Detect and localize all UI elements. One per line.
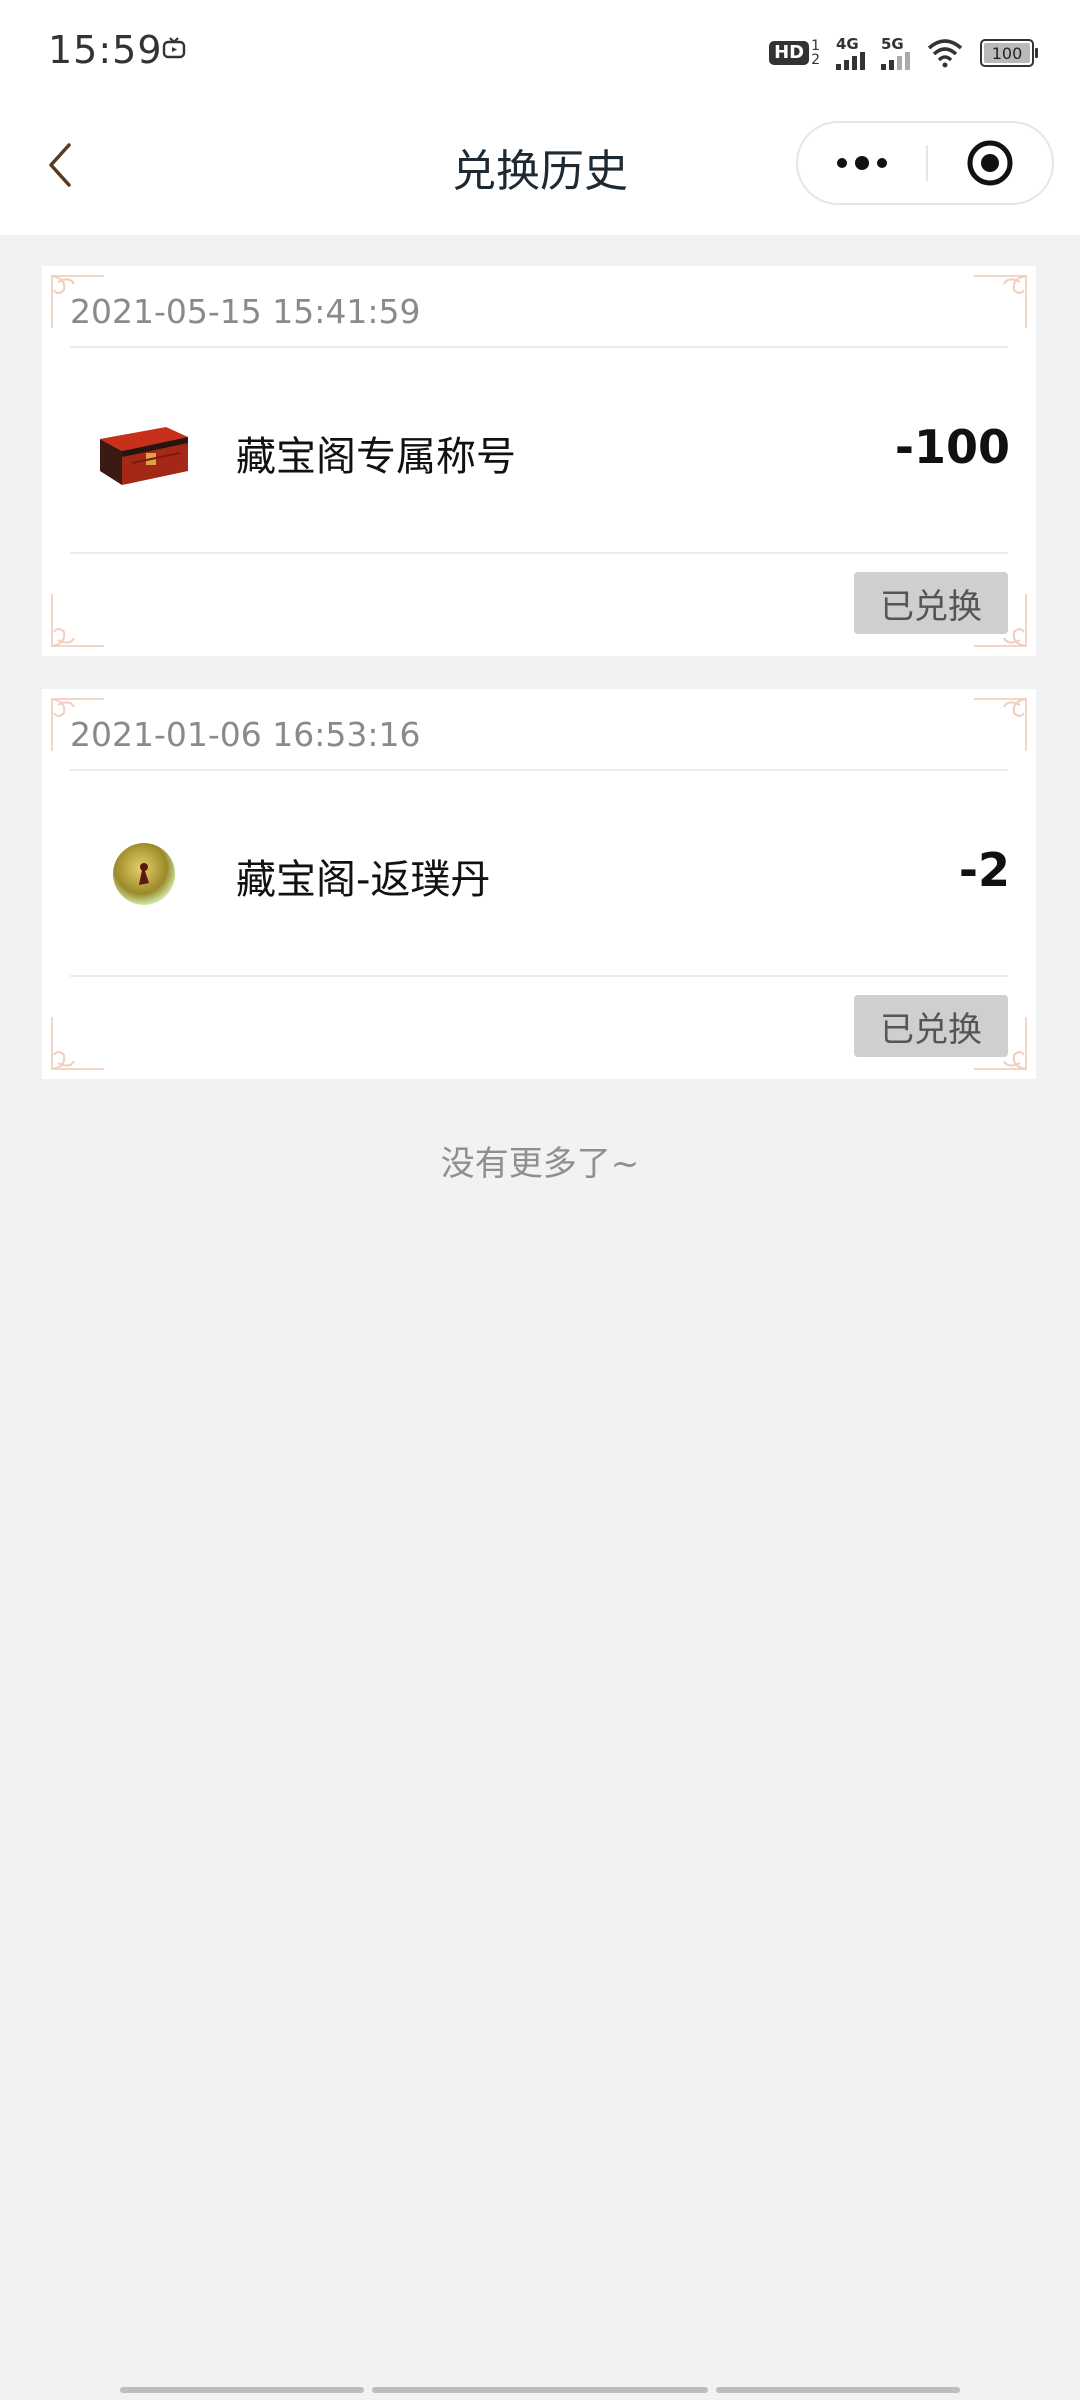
- more-button[interactable]: [798, 123, 926, 203]
- more-dots-icon: [837, 156, 887, 170]
- corner-ornament-icon: [974, 275, 1027, 328]
- divider: [70, 769, 1008, 771]
- hd-sub: 12: [811, 38, 820, 68]
- wifi-icon: [927, 39, 963, 68]
- nav-bar: 兑换历史: [0, 105, 1080, 235]
- battery-level: 100: [991, 43, 1023, 63]
- item-name: 藏宝阁专属称号: [236, 434, 516, 480]
- item-amount: -100: [894, 420, 1010, 474]
- net1-label: 4G: [836, 34, 859, 53]
- corner-ornament-icon: [51, 1017, 104, 1070]
- divider: [70, 552, 1008, 554]
- battery-icon: 100: [980, 39, 1038, 67]
- corner-ornament-icon: [51, 594, 104, 647]
- item-image: [94, 824, 194, 924]
- redeemed-status-button[interactable]: 已兑换: [854, 995, 1008, 1057]
- record-date: 2021-05-15 15:41:59: [70, 292, 421, 331]
- record-date: 2021-01-06 16:53:16: [70, 715, 421, 754]
- signal-4g-icon: 4G: [836, 34, 865, 70]
- status-time: 15:59: [48, 28, 163, 72]
- divider: [70, 346, 1008, 348]
- divider: [70, 975, 1008, 977]
- net2-label: 5G: [881, 34, 904, 53]
- item-name: 藏宝阁-返璞丹: [236, 857, 491, 903]
- status-bar: 15:59 HD 12 4G 5G 100: [0, 0, 1080, 105]
- redeemed-status-button[interactable]: 已兑换: [854, 572, 1008, 634]
- close-target-icon: [967, 140, 1013, 186]
- item-image: [94, 401, 194, 501]
- status-icons: HD 12 4G 5G 100: [769, 28, 1038, 78]
- signal-5g-icon: 5G: [881, 34, 910, 70]
- record-card: 2021-05-15 15:41:59 藏宝阁专属称号 -100 已兑换: [42, 266, 1036, 656]
- corner-ornament-icon: [974, 698, 1027, 751]
- hd-icon: HD 12: [769, 39, 820, 67]
- no-more-hint: 没有更多了~: [440, 1144, 640, 1184]
- mini-program-capsule: [796, 121, 1054, 205]
- record-card: 2021-01-06 16:53:16 藏宝阁-返璞丹 -2 已兑换: [42, 689, 1036, 1079]
- hd-label: HD: [769, 41, 810, 65]
- tv-icon: [162, 37, 186, 59]
- treasure-chest-icon: [100, 427, 188, 485]
- pill-orb-icon: [113, 843, 175, 905]
- close-button[interactable]: [928, 123, 1052, 203]
- item-amount: -2: [958, 843, 1010, 897]
- gesture-bar: [120, 2387, 960, 2393]
